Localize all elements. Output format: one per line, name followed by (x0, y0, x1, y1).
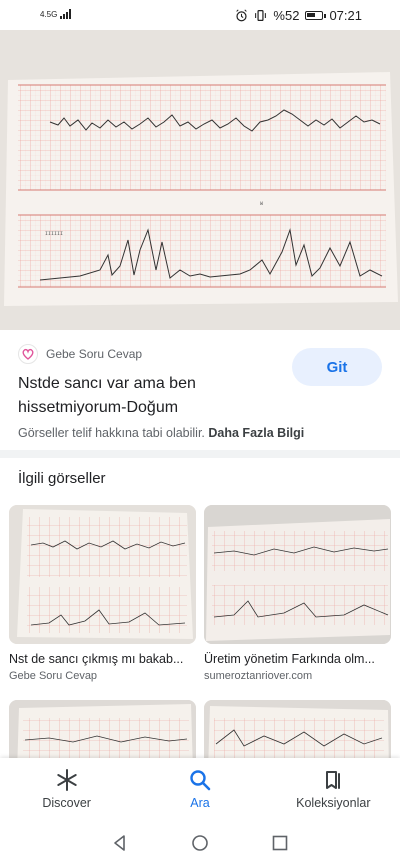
related-item[interactable]: Nst de sancı çıkmış mı bakab... Gebe Sor… (9, 505, 196, 682)
signal-icon (60, 9, 72, 19)
nav-label: Discover (42, 796, 91, 810)
back-icon[interactable] (111, 834, 129, 852)
copyright-text: Görseller telif hakkına tabi olabilir. (18, 426, 205, 440)
nav-search[interactable]: Ara (133, 758, 266, 820)
related-thumbnail[interactable] (9, 505, 196, 644)
status-right: %52 07:21 (235, 8, 362, 23)
battery-icon (305, 11, 327, 20)
svg-text:W: W (260, 201, 263, 207)
nav-label: Koleksiyonlar (296, 796, 371, 810)
nst-chart-photo: IIIIII W (0, 30, 400, 330)
nst-thumbnail-image (9, 700, 196, 760)
related-item[interactable]: Üretim yönetim Farkında olm... sumerozta… (204, 505, 391, 682)
related-thumbnail[interactable] (204, 505, 391, 644)
alarm-icon (236, 9, 248, 22)
related-thumbnail[interactable] (204, 700, 391, 760)
section-divider (0, 450, 400, 458)
nst-thumbnail-image (204, 505, 391, 644)
system-navigation-bar (0, 820, 400, 866)
network-indicator: 4.5G (40, 9, 72, 19)
related-item-source: Gebe Soru Cevap (9, 670, 98, 682)
more-info-link[interactable]: Daha Fazla Bilgi (208, 426, 304, 440)
vibrate-icon (255, 10, 267, 21)
recents-icon[interactable] (271, 834, 289, 852)
source-logo-icon (18, 344, 38, 364)
nav-label: Ara (190, 796, 210, 810)
asterisk-icon (56, 769, 77, 791)
home-icon[interactable] (191, 834, 209, 852)
nav-collections[interactable]: Koleksiyonlar (267, 758, 400, 820)
search-icon (190, 770, 211, 791)
status-bar: 4.5G %52 07:21 (0, 0, 400, 30)
source-name: Gebe Soru Cevap (46, 347, 143, 361)
source-row[interactable]: Gebe Soru Cevap (18, 344, 142, 364)
nst-thumbnail-image (204, 700, 391, 760)
svg-text:IIIIII: IIIIII (45, 231, 63, 237)
related-heading: İlgili görseller (18, 470, 106, 487)
battery-percent: %52 (273, 8, 300, 23)
visit-button[interactable]: Git (292, 348, 382, 386)
copyright-notice: Görseller telif hakkına tabi olabilir. D… (18, 426, 304, 440)
result-image[interactable]: IIIIII W (0, 30, 400, 330)
nav-discover[interactable]: Discover (0, 758, 133, 820)
related-thumbnail[interactable] (9, 700, 196, 760)
collections-icon (326, 771, 341, 789)
related-item-title: Üretim yönetim Farkında olm... (204, 652, 375, 666)
nst-thumbnail-image (9, 505, 196, 644)
related-item-source: sumeroztanriover.com (204, 670, 313, 682)
clock: 07:21 (329, 8, 362, 23)
bottom-navigation: Discover Ara Koleksiyonlar (0, 758, 400, 820)
related-item-title: Nst de sancı çıkmış mı bakab... (9, 652, 184, 666)
result-title[interactable]: Nstde sancı var ama ben hissetmiyorum-Do… (18, 372, 288, 420)
network-type: 4.5G (40, 10, 58, 19)
